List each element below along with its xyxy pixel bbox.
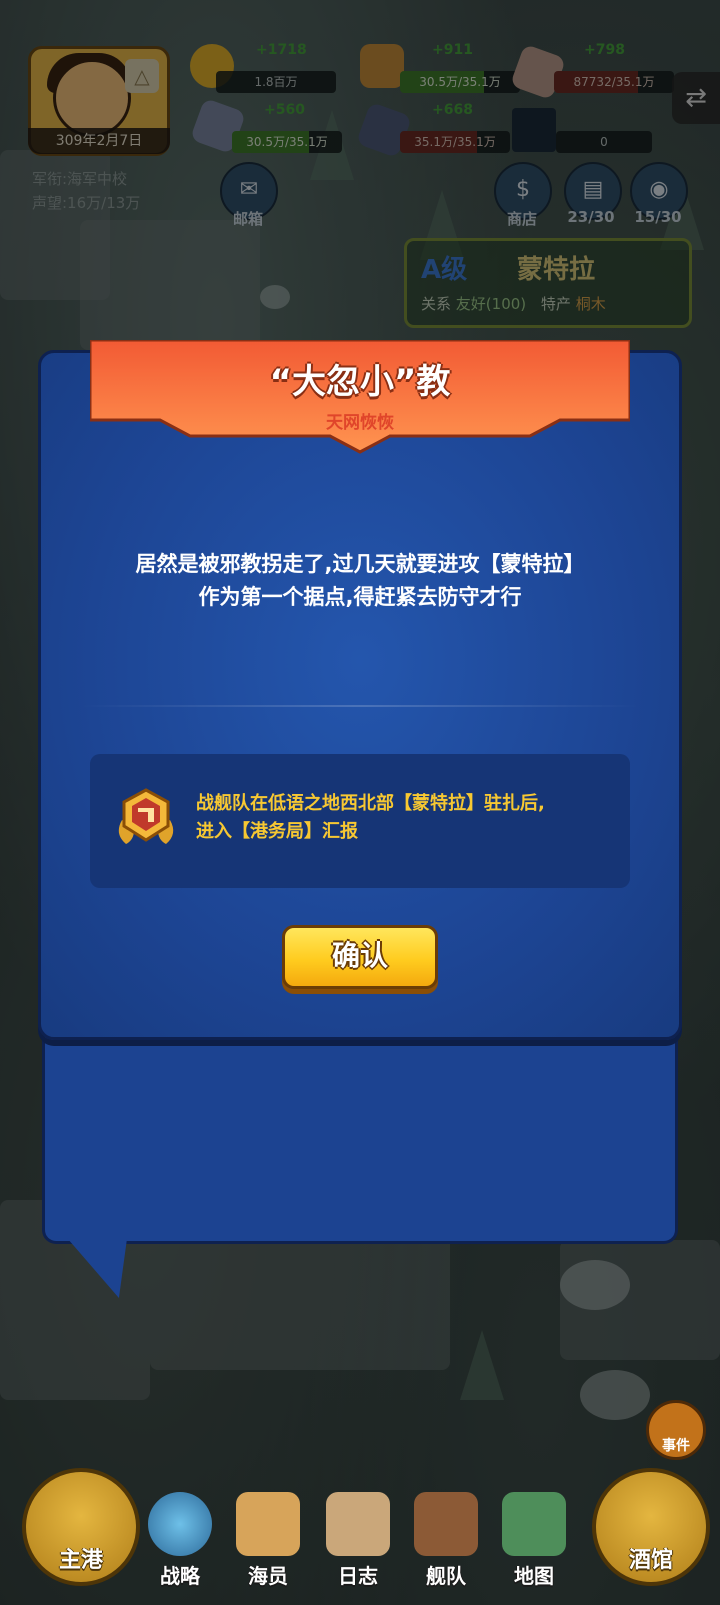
map-icon xyxy=(502,1492,566,1556)
map-button[interactable]: 地图 xyxy=(496,1490,572,1590)
ship-icon xyxy=(414,1492,478,1556)
strategy-button[interactable]: 战略 xyxy=(142,1490,218,1590)
dialog-tail-panel xyxy=(42,1036,678,1244)
dialog-title-ribbon: “大忽小”教 天网恢恢 xyxy=(90,340,630,458)
dialog-message: 居然是被邪教拐走了,过几天就要进攻【蒙特拉】 作为第一个据点,得赶紧去防守才行 xyxy=(70,548,650,614)
main-port-label: 主港 xyxy=(58,1548,103,1573)
tavern-button[interactable]: 酒馆 xyxy=(592,1468,710,1586)
task-badge-icon xyxy=(118,788,174,844)
sailor-icon xyxy=(236,1492,300,1556)
tavern-label: 酒馆 xyxy=(628,1548,673,1573)
dialog-title: “大忽小”教 xyxy=(269,362,451,402)
event-label: 事件 xyxy=(662,1438,690,1454)
dialog-divider xyxy=(80,705,640,707)
task-text: 战舰队在低语之地西北部【蒙特拉】驻扎后, 进入【港务局】汇报 xyxy=(196,790,616,846)
scroll-icon xyxy=(326,1492,390,1556)
task-line-1: 战舰队在低语之地西北部【蒙特拉】驻扎后, xyxy=(196,793,545,814)
fleet-label: 舰队 xyxy=(426,1564,466,1588)
dialog-subtitle: 天网恢恢 xyxy=(326,413,394,433)
task-line-2: 进入【港务局】汇报 xyxy=(196,821,358,842)
main-port-button[interactable]: 主港 xyxy=(22,1468,140,1586)
log-button[interactable]: 日志 xyxy=(320,1490,396,1590)
message-line-2: 作为第一个据点,得赶紧去防守才行 xyxy=(198,585,522,609)
event-button[interactable]: 事件 xyxy=(646,1400,706,1460)
crew-label: 海员 xyxy=(248,1564,288,1588)
confirm-button[interactable]: 确认 xyxy=(282,925,438,989)
task-objective-box: 战舰队在低语之地西北部【蒙特拉】驻扎后, 进入【港务局】汇报 xyxy=(90,754,630,888)
log-label: 日志 xyxy=(338,1564,378,1588)
crew-button[interactable]: 海员 xyxy=(230,1490,306,1590)
map-label: 地图 xyxy=(514,1564,554,1588)
strategy-label: 战略 xyxy=(160,1564,200,1588)
fleet-button[interactable]: 舰队 xyxy=(408,1490,484,1590)
message-line-1: 居然是被邪教拐走了,过几天就要进攻【蒙特拉】 xyxy=(135,552,585,576)
globe-icon xyxy=(148,1492,212,1556)
